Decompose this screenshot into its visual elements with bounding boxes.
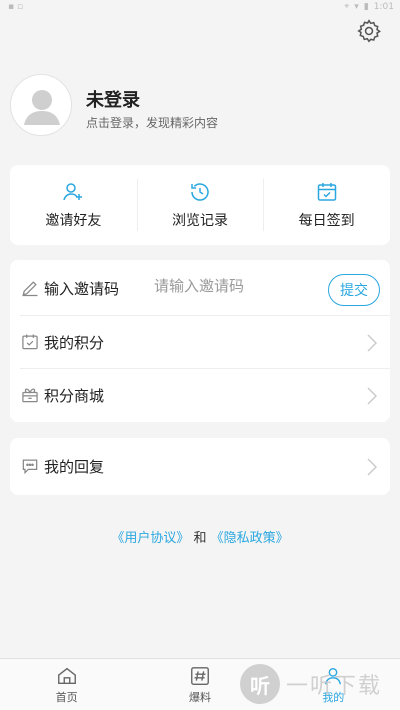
- user-agreement-link[interactable]: 《用户协议》: [111, 531, 189, 546]
- settings-gear-icon[interactable]: [356, 18, 382, 44]
- chevron-right-icon: [367, 334, 378, 352]
- invite-code-label: 输入邀请码: [44, 280, 120, 298]
- invite-code-row: 输入邀请码 提交: [10, 262, 390, 315]
- home-icon: [57, 667, 76, 684]
- avatar[interactable]: [10, 74, 72, 136]
- daily-checkin-button[interactable]: 每日签到: [263, 165, 390, 245]
- profile-header[interactable]: 未登录 点击登录，发现精彩内容: [10, 74, 390, 138]
- chevron-right-icon: [367, 387, 378, 405]
- privacy-policy-link[interactable]: 《隐私政策》: [211, 531, 289, 546]
- status-bar: ▪ ▫ ⌖ ▾ ▮ 1:01: [0, 0, 400, 16]
- my-replies-label: 我的回复: [44, 458, 105, 476]
- default-avatar-icon: [24, 90, 60, 125]
- gift-icon: [22, 388, 38, 403]
- menu-card: 输入邀请码 提交 我的积分 积分商城: [10, 260, 390, 422]
- invite-friends-button[interactable]: 邀请好友: [10, 165, 137, 245]
- status-icons: ⌖ ▾ ▮ 1:01: [344, 2, 394, 12]
- my-points-label: 我的积分: [44, 334, 105, 352]
- hashtag-icon: [191, 666, 209, 685]
- tab-home-label: 首页: [55, 690, 78, 704]
- points-mall-row[interactable]: 积分商城: [10, 369, 390, 422]
- login-prompt[interactable]: 点击登录，发现精彩内容: [86, 114, 218, 131]
- quick-actions-card: 邀请好友 浏览记录 每日签到: [10, 165, 390, 245]
- tab-news-label: 爆料: [188, 690, 211, 704]
- and-text: 和: [193, 531, 207, 546]
- browse-history-label: 浏览记录: [172, 213, 228, 229]
- browse-history-button[interactable]: 浏览记录: [136, 165, 264, 245]
- agreement-links: 《用户协议》 和 《隐私政策》: [0, 527, 400, 546]
- history-icon: [191, 183, 209, 201]
- add-user-icon: [63, 183, 83, 201]
- reply-card: 我的回复: [10, 438, 390, 495]
- pencil-icon: [22, 281, 38, 297]
- invite-code-input[interactable]: [154, 277, 314, 295]
- calendar-check-icon: [317, 183, 336, 201]
- invite-friends-label: 邀请好友: [45, 213, 102, 229]
- login-status[interactable]: 未登录: [86, 86, 140, 112]
- points-mall-label: 积分商城: [44, 387, 105, 405]
- status-time: 1:01: [373, 2, 394, 12]
- notification-icons: ▪ ▫: [8, 2, 24, 12]
- chevron-right-icon: [367, 458, 378, 476]
- tab-home[interactable]: 首页: [0, 659, 133, 710]
- submit-button[interactable]: 提交: [328, 274, 380, 306]
- battery-icon: ▮: [363, 2, 369, 12]
- daily-checkin-label: 每日签到: [298, 213, 355, 229]
- wifi-icon: ▾: [354, 2, 359, 12]
- location-icon: ⌖: [344, 2, 350, 12]
- watermark: 听 一听下载: [240, 664, 382, 704]
- comment-icon: [22, 459, 38, 475]
- watermark-logo: 听: [240, 664, 280, 704]
- my-points-row[interactable]: 我的积分: [10, 316, 390, 369]
- watermark-text: 一听下载: [286, 674, 383, 699]
- my-replies-row[interactable]: 我的回复: [10, 440, 390, 493]
- checklist-icon: [22, 334, 38, 350]
